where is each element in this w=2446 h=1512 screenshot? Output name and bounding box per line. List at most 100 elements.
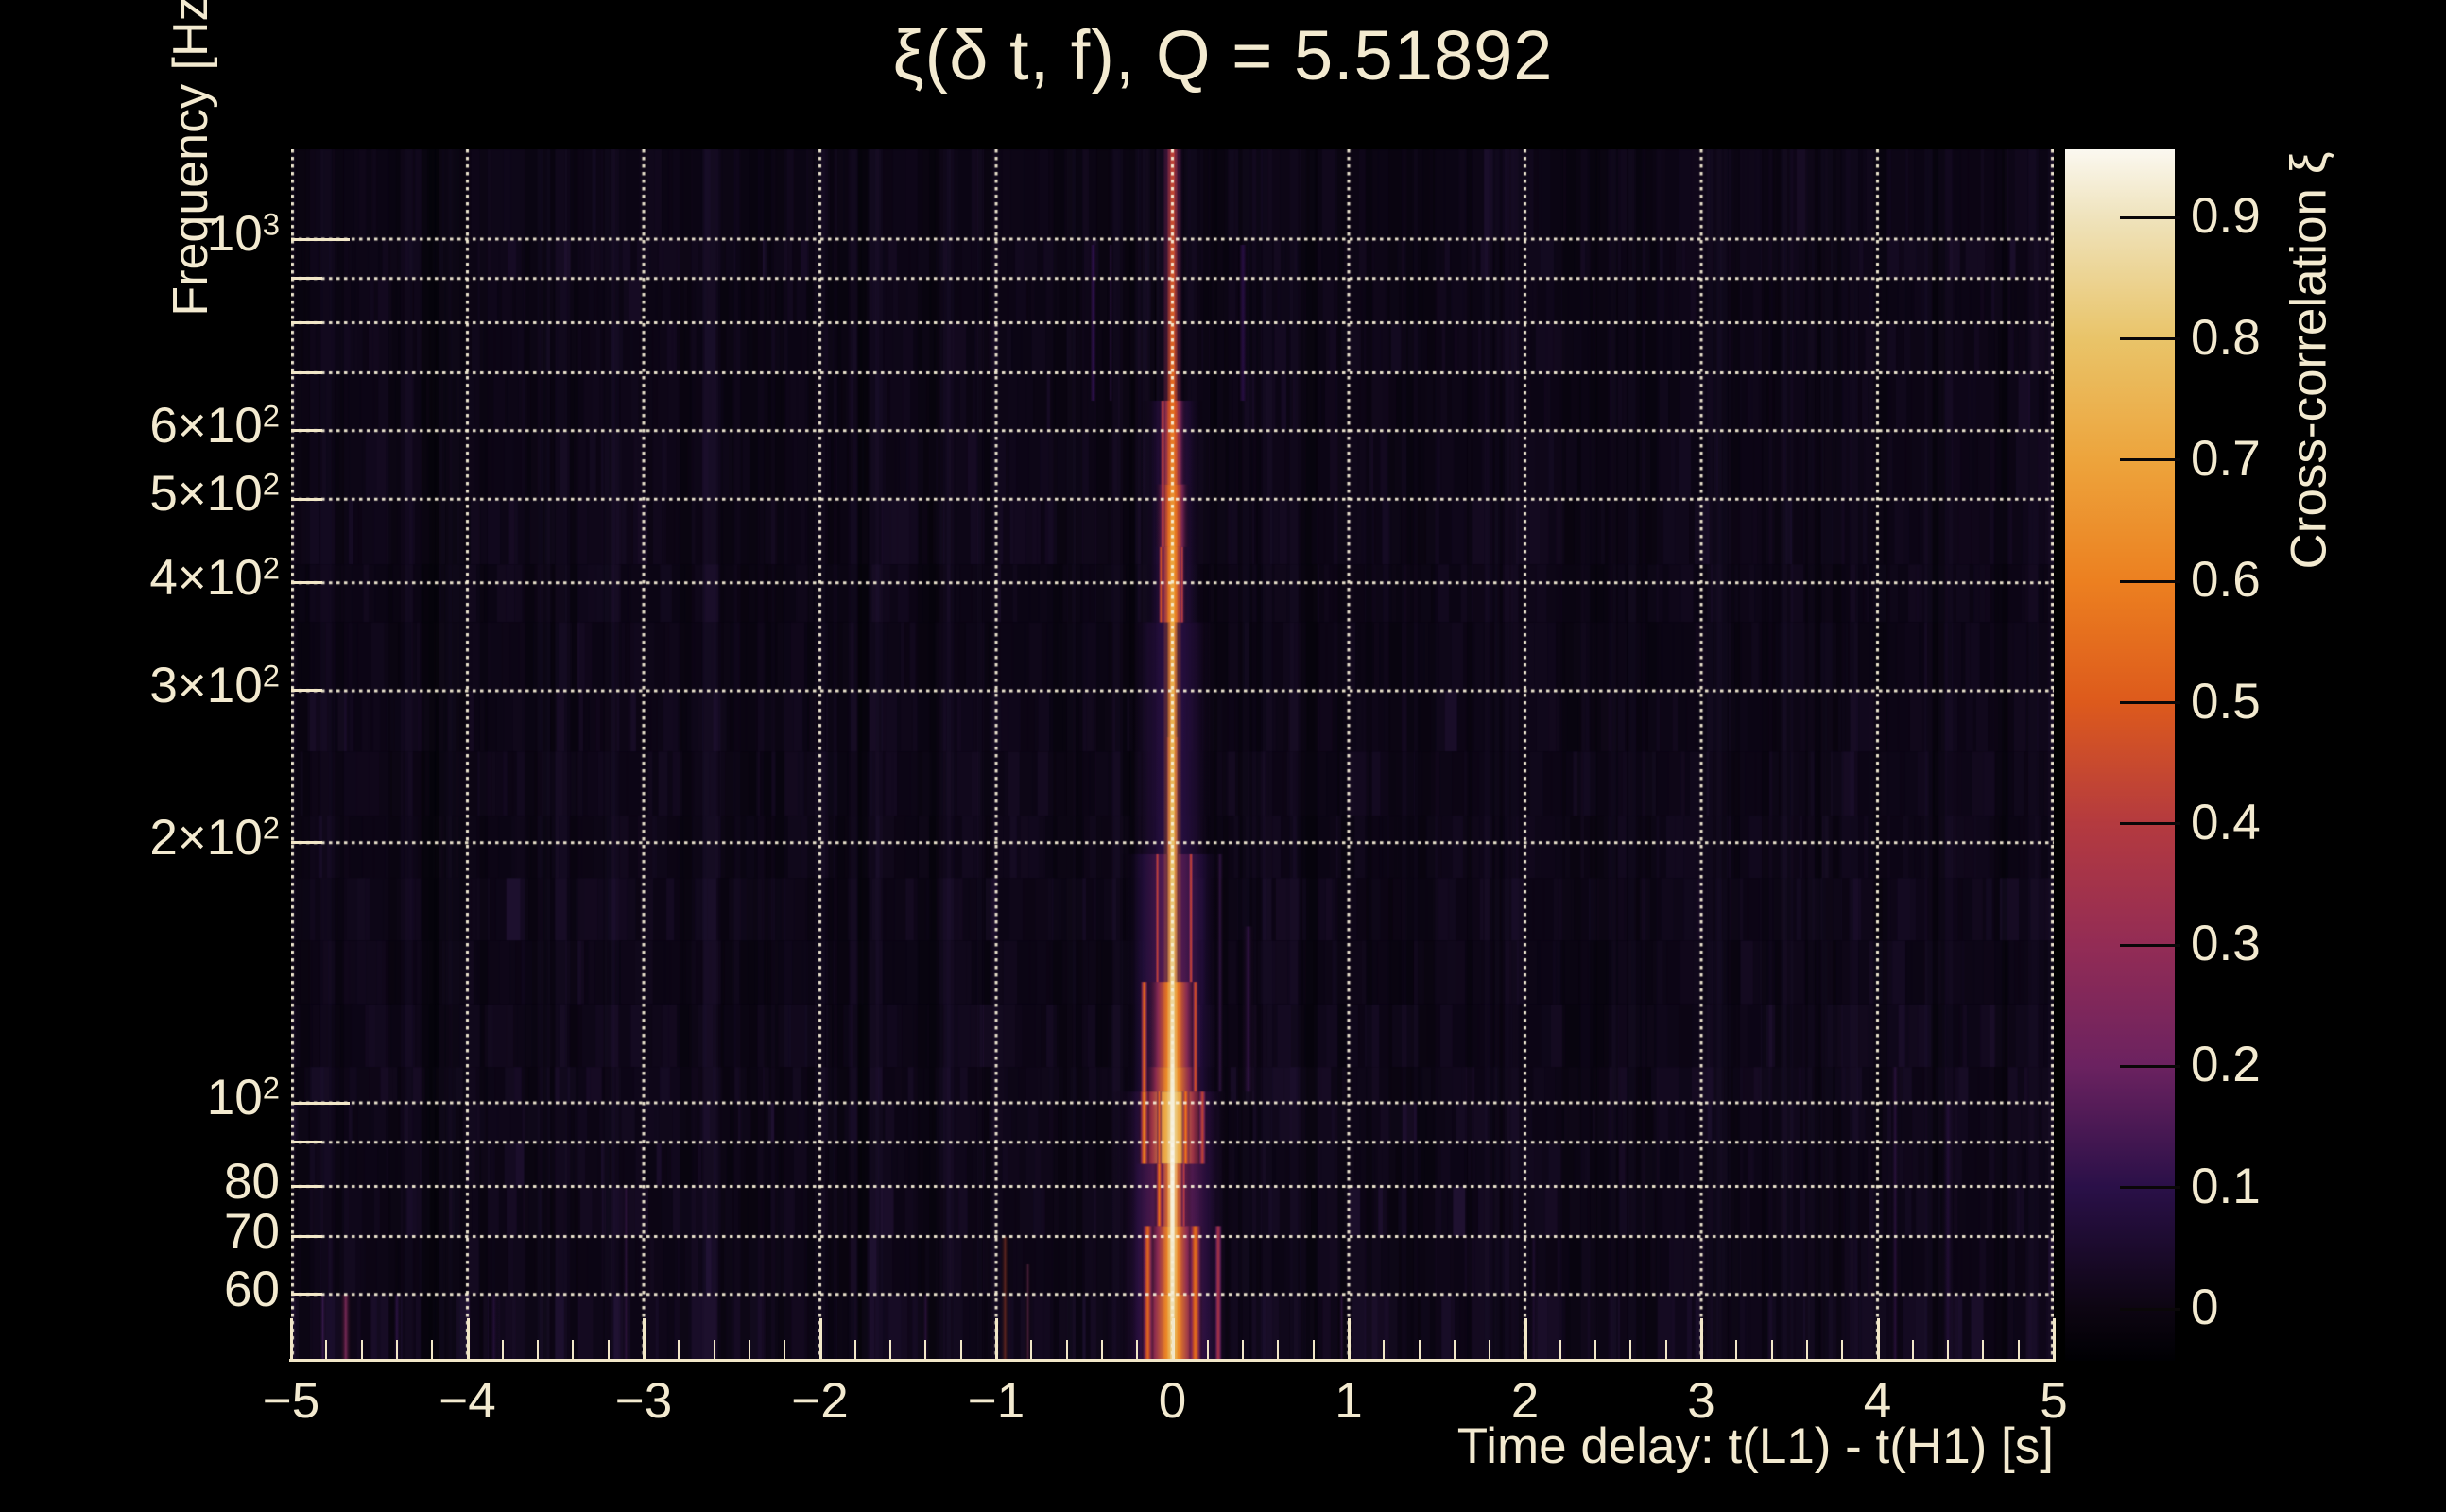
x-major-tick [1876,1318,1880,1361]
x-minor-tick [678,1340,680,1361]
x-tick-label: 3 [1687,1373,1715,1429]
x-tick-label: −5 [262,1373,320,1429]
x-minor-tick [607,1340,610,1361]
colorbar-tick-label: 0.3 [2191,916,2261,972]
y-minor-tick [291,1185,322,1189]
x-minor-tick [1453,1340,1456,1361]
x-tick-label: 0 [1158,1373,1187,1429]
y-tick-label: 102 [206,1070,280,1125]
x-minor-tick [572,1340,575,1361]
x-major-tick [818,1318,822,1361]
x-minor-tick [360,1340,363,1361]
y-tick-label: 70 [224,1203,280,1260]
x-minor-tick [748,1340,750,1361]
x-minor-tick [1947,1340,1950,1361]
x-minor-tick [2017,1340,2020,1361]
x-minor-tick [959,1340,962,1361]
x-minor-tick [1312,1340,1315,1361]
x-minor-tick [1206,1340,1209,1361]
x-tick-label: −4 [439,1373,496,1429]
y-tick-label: 80 [224,1153,280,1210]
y-tick-label: 60 [224,1261,280,1317]
colorbar-tick-label: 0.4 [2191,794,2261,850]
y-minor-tick [291,497,322,501]
x-minor-tick [1242,1340,1245,1361]
x-minor-tick [1664,1340,1667,1361]
x-minor-tick [1594,1340,1597,1361]
colorbar-tick [2120,701,2180,704]
colorbar-tick-label: 0.7 [2191,430,2261,487]
x-minor-tick [501,1340,504,1361]
x-major-tick [1171,1318,1175,1361]
y-minor-tick [291,581,322,585]
x-tick-label: −1 [967,1373,1025,1429]
y-minor-tick [291,277,322,281]
colorbar-tick-label: 0 [2191,1280,2219,1335]
colorbar-tick [2120,458,2180,462]
y-tick-label: 103 [206,206,280,262]
y-major-tick [291,237,350,241]
x-minor-tick [1277,1340,1280,1361]
x-tick-label: 1 [1335,1373,1363,1429]
y-minor-tick [291,841,322,845]
x-tick-label: 5 [2040,1373,2068,1429]
x-minor-tick [395,1340,398,1361]
x-minor-tick [1030,1340,1033,1361]
x-minor-tick [1770,1340,1773,1361]
y-tick-label: 4×102 [149,549,280,606]
colorbar [2065,149,2175,1361]
colorbar-tick-label: 0.6 [2191,552,2261,609]
y-major-tick [291,1101,350,1105]
x-minor-tick [431,1340,434,1361]
x-minor-tick [1136,1340,1139,1361]
x-minor-tick [1841,1340,1844,1361]
y-tick-label: 5×102 [149,466,280,523]
x-major-tick [1348,1318,1351,1361]
colorbar-tick [2120,943,2180,947]
x-minor-tick [924,1340,927,1361]
x-minor-tick [853,1340,856,1361]
x-tick-label: −3 [614,1373,673,1429]
y-minor-tick [291,1141,322,1144]
y-tick-label: 2×102 [149,809,280,866]
x-minor-tick [713,1340,715,1361]
colorbar-tick [2120,1307,2180,1311]
x-minor-tick [1911,1340,1914,1361]
x-minor-tick [1735,1340,1738,1361]
y-tick-label: 6×102 [149,397,280,454]
x-tick-label: 4 [1863,1373,1892,1429]
x-minor-tick [1559,1340,1561,1361]
x-major-tick [1524,1318,1527,1361]
x-major-tick [2053,1318,2056,1361]
y-tick-label: 3×102 [149,657,280,713]
colorbar-tick-label: 0.8 [2191,309,2261,366]
colorbar-tick-label: 0.5 [2191,673,2261,730]
chart-title: ξ(δ t, f), Q = 5.51892 [892,16,1554,94]
y-minor-tick [291,689,322,693]
colorbar-tick [2120,337,2180,341]
colorbar-tick-label: 0.2 [2191,1037,2261,1093]
x-tick-label: 2 [1510,1373,1540,1429]
x-major-tick [1700,1318,1703,1361]
colorbar-tick-label: 0.9 [2191,188,2261,245]
x-minor-tick [784,1340,786,1361]
y-minor-tick [291,429,322,433]
x-major-tick [466,1318,470,1361]
colorbar-tick-label: 0.1 [2191,1158,2261,1214]
x-major-tick [290,1318,293,1361]
y-minor-tick [291,1235,322,1239]
x-minor-tick [1383,1340,1386,1361]
colorbar-tick [2120,1186,2180,1190]
x-tick-label: −2 [791,1373,849,1429]
page: { "page": { "background": "#000000" }, "… [0,0,2446,1512]
y-minor-tick [291,371,322,375]
x-major-tick [643,1318,646,1361]
y-minor-tick [291,1293,322,1297]
x-major-tick [995,1318,998,1361]
colorbar-tick [2120,822,2180,826]
heatmap-canvas [291,149,2054,1361]
x-minor-tick [1805,1340,1808,1361]
x-minor-tick [537,1340,540,1361]
x-minor-tick [325,1340,328,1361]
colorbar-tick [2120,215,2180,219]
